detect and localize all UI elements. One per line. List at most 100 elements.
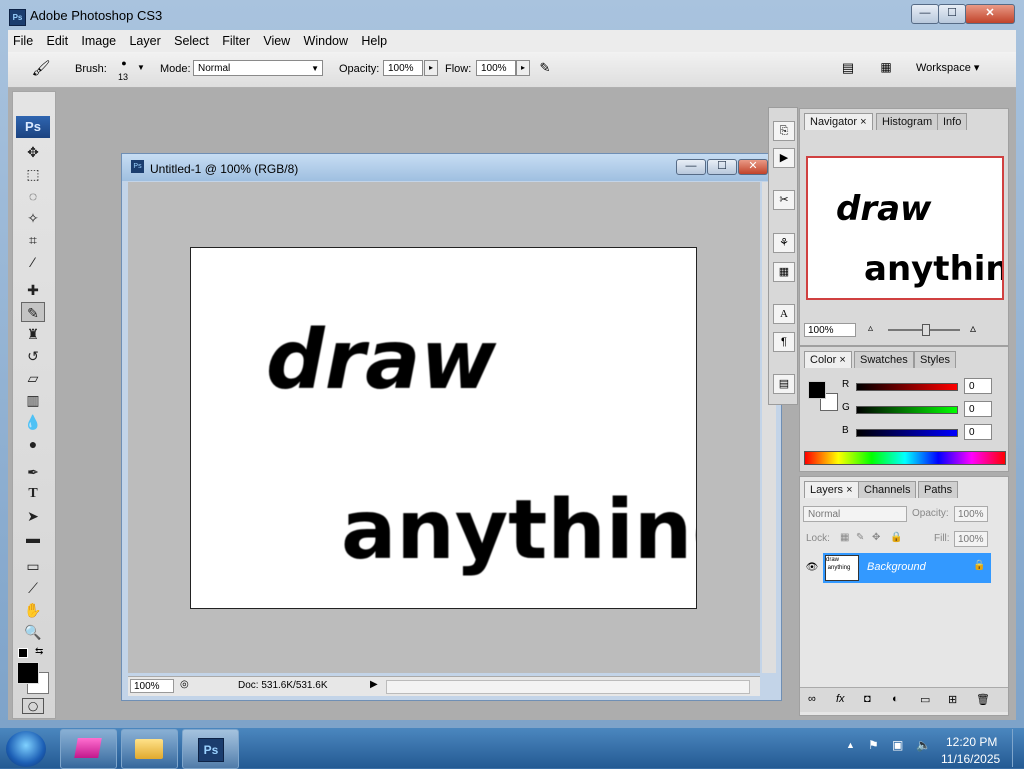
- color-spectrum-ramp[interactable]: [804, 451, 1006, 465]
- menu-edit[interactable]: Edit: [42, 30, 74, 48]
- status-menu-arrow-icon[interactable]: ▶: [370, 679, 378, 690]
- menu-view[interactable]: View: [258, 30, 295, 48]
- clone-source-icon[interactable]: ▦: [773, 262, 795, 282]
- adjustment-layer-icon[interactable]: ◐: [892, 693, 899, 705]
- brushes-panel-icon[interactable]: ⚘: [773, 233, 795, 253]
- dodge-tool-icon[interactable]: ●: [21, 434, 45, 454]
- notes-tool-icon[interactable]: ▭: [21, 556, 45, 576]
- zoom-slider-thumb[interactable]: [922, 324, 930, 336]
- paragraph-panel-icon[interactable]: ¶: [773, 332, 795, 352]
- taskbar-app-1[interactable]: [60, 729, 117, 769]
- clock-time[interactable]: 12:20 PM: [946, 735, 997, 749]
- menu-help[interactable]: Help: [356, 30, 392, 48]
- crop-tool-icon[interactable]: ⌗: [21, 230, 45, 250]
- menu-file[interactable]: File: [8, 30, 38, 48]
- red-value[interactable]: 0: [964, 378, 992, 394]
- doc-maximize-button[interactable]: ☐: [707, 159, 737, 175]
- magic-wand-icon[interactable]: ✧: [21, 208, 45, 228]
- canvas[interactable]: draw anything: [190, 247, 751, 609]
- menu-window[interactable]: Window: [299, 30, 353, 48]
- horizontal-scrollbar[interactable]: [386, 680, 750, 694]
- eye-icon[interactable]: 👁: [803, 553, 821, 583]
- brush-tool-icon[interactable]: ✎: [21, 302, 45, 322]
- path-selection-icon[interactable]: ➤: [21, 506, 45, 526]
- lock-transparency-icon[interactable]: ▦: [840, 532, 849, 543]
- brush-dropdown-icon[interactable]: ▼: [137, 63, 145, 72]
- lasso-tool-icon[interactable]: ◌: [21, 186, 45, 206]
- show-desktop-button[interactable]: [1012, 729, 1024, 767]
- navigator-zoom-field[interactable]: 100%: [804, 323, 856, 337]
- pen-tool-icon[interactable]: ✒: [21, 462, 45, 482]
- menu-filter[interactable]: Filter: [217, 30, 255, 48]
- show-hidden-icons[interactable]: ▲: [846, 740, 855, 750]
- blue-value[interactable]: 0: [964, 424, 992, 440]
- slice-tool-icon[interactable]: ⁄: [21, 252, 45, 272]
- layer-style-icon[interactable]: fx: [836, 693, 845, 705]
- move-tool-icon[interactable]: ✥: [21, 142, 45, 162]
- workspace-button[interactable]: Workspace ▾: [916, 61, 979, 74]
- hand-tool-icon[interactable]: ✋: [21, 600, 45, 620]
- clock-date[interactable]: 11/16/2025: [941, 752, 1000, 766]
- opacity-field[interactable]: 100%: [383, 60, 423, 76]
- eyedropper-icon[interactable]: ⟋: [21, 578, 45, 598]
- gradient-tool-icon[interactable]: ▥: [21, 390, 45, 410]
- layer-row-background[interactable]: draw anything Background 🔒: [823, 553, 991, 583]
- marquee-tool-icon[interactable]: ⬚: [21, 164, 45, 184]
- character-panel-icon[interactable]: A: [773, 304, 795, 324]
- delete-layer-icon[interactable]: 🗑: [976, 693, 990, 706]
- airbrush-icon[interactable]: ✎: [534, 60, 556, 78]
- tool-presets-icon[interactable]: ✂: [773, 190, 795, 210]
- doc-close-button[interactable]: ✕: [738, 159, 768, 175]
- navigator-preview[interactable]: draw anything: [806, 156, 1004, 300]
- default-colors-icon[interactable]: [18, 648, 28, 658]
- maximize-button[interactable]: ☐: [938, 4, 966, 24]
- action-center-icon[interactable]: ⚑: [868, 738, 879, 752]
- fill-field[interactable]: 100%: [954, 531, 988, 547]
- blue-slider[interactable]: [856, 429, 958, 437]
- menu-select[interactable]: Select: [169, 30, 214, 48]
- tab-layers[interactable]: Layers ×: [804, 481, 859, 498]
- blend-mode-select[interactable]: Normal: [803, 506, 907, 522]
- lock-position-icon[interactable]: ✥: [872, 532, 880, 543]
- menu-image[interactable]: Image: [76, 30, 121, 48]
- green-slider[interactable]: [856, 406, 958, 414]
- layer-mask-icon[interactable]: ◘: [864, 693, 871, 705]
- mode-select[interactable]: Normal ▼: [193, 60, 323, 76]
- tab-histogram[interactable]: Histogram: [876, 113, 939, 130]
- quick-mask-icon[interactable]: ◯: [22, 698, 44, 714]
- tab-color[interactable]: Color ×: [804, 351, 852, 368]
- foreground-color-swatch[interactable]: [17, 662, 39, 684]
- history-panel-icon[interactable]: ⎘: [773, 121, 795, 141]
- lock-all-icon[interactable]: 🔒: [890, 532, 902, 543]
- zoom-field[interactable]: 100%: [130, 679, 174, 693]
- file-browser-icon[interactable]: ▤: [838, 60, 858, 78]
- flow-arrow-icon[interactable]: ▸: [516, 60, 530, 76]
- color-foreground-swatch[interactable]: [808, 381, 826, 399]
- tab-swatches[interactable]: Swatches: [854, 351, 914, 368]
- bridge-icon[interactable]: ▦: [874, 60, 898, 78]
- menu-layer[interactable]: Layer: [124, 30, 165, 48]
- zoom-tool-icon[interactable]: 🔍: [21, 622, 45, 642]
- clone-stamp-icon[interactable]: ♜: [21, 324, 45, 344]
- zoom-out-icon[interactable]: ▵: [868, 323, 873, 334]
- volume-icon[interactable]: 🔈: [916, 738, 931, 752]
- minimize-button[interactable]: —: [911, 4, 939, 24]
- flow-field[interactable]: 100%: [476, 60, 516, 76]
- actions-panel-icon[interactable]: ▶: [773, 148, 795, 168]
- status-info-icon[interactable]: ◎: [180, 679, 189, 690]
- tab-paths[interactable]: Paths: [918, 481, 959, 498]
- brush-dot-icon[interactable]: ●: [118, 58, 130, 68]
- green-value[interactable]: 0: [964, 401, 992, 417]
- taskbar-explorer[interactable]: [121, 729, 178, 769]
- link-layers-icon[interactable]: ∞: [808, 693, 816, 705]
- tab-info[interactable]: Info: [937, 113, 968, 130]
- doc-minimize-button[interactable]: —: [676, 159, 706, 175]
- network-icon[interactable]: ▣: [892, 738, 903, 752]
- tab-navigator[interactable]: Navigator ×: [804, 113, 873, 130]
- healing-brush-icon[interactable]: ✚: [21, 280, 45, 300]
- new-layer-icon[interactable]: ⊞: [948, 693, 957, 706]
- lock-pixels-icon[interactable]: ✎: [856, 532, 864, 543]
- blur-tool-icon[interactable]: 💧: [21, 412, 45, 432]
- brush-tool-preset-icon[interactable]: 🖌: [26, 59, 56, 79]
- taskbar-photoshop[interactable]: Ps: [182, 729, 239, 769]
